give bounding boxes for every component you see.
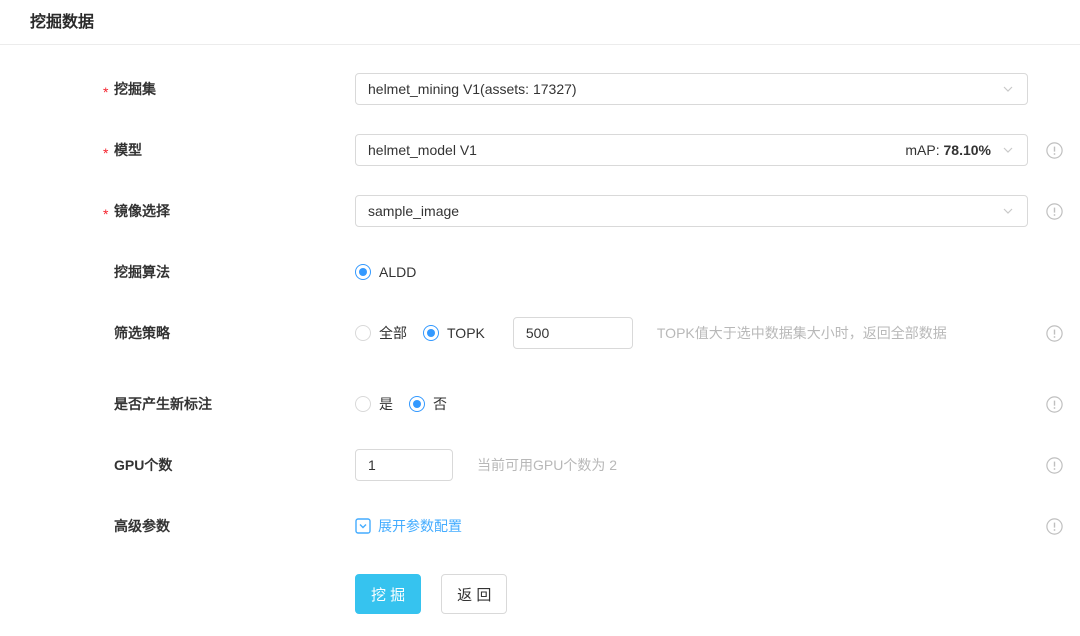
radio-button-icon bbox=[409, 396, 425, 412]
form-row-new-annotation: 是否产生新标注 是 否 bbox=[0, 388, 1080, 420]
radio-button-icon bbox=[423, 325, 439, 341]
topk-hint-text: TOPK值大于选中数据集大小时，返回全部数据 bbox=[657, 323, 947, 343]
page-title: 挖掘数据 bbox=[30, 8, 94, 36]
info-exclamation-icon[interactable] bbox=[1046, 457, 1063, 474]
radio-button-icon bbox=[355, 264, 371, 280]
info-exclamation-icon[interactable] bbox=[1046, 518, 1063, 535]
chevron-down-icon bbox=[1001, 82, 1015, 96]
mining-set-select[interactable]: helmet_mining V1(assets: 17327) bbox=[355, 73, 1028, 105]
page-header: 挖掘数据 bbox=[0, 0, 1080, 45]
mining-set-value: helmet_mining V1(assets: 17327) bbox=[368, 81, 1001, 97]
info-exclamation-icon[interactable] bbox=[1046, 142, 1063, 159]
gpu-label: GPU个数 bbox=[0, 449, 355, 481]
radio-topk[interactable]: TOPK bbox=[423, 325, 485, 341]
chevron-down-icon bbox=[1001, 204, 1015, 218]
gpu-hint-text: 当前可用GPU个数为 2 bbox=[477, 455, 617, 475]
gpu-count-input[interactable] bbox=[355, 449, 453, 481]
image-label: * 镜像选择 bbox=[0, 195, 355, 227]
form-row-model: * 模型 helmet_model V1 mAP: 78.10% bbox=[0, 134, 1080, 166]
info-exclamation-icon[interactable] bbox=[1046, 203, 1063, 220]
model-map-score: mAP: 78.10% bbox=[905, 142, 991, 158]
radio-no[interactable]: 否 bbox=[409, 394, 447, 414]
strategy-label: 筛选策略 bbox=[0, 317, 355, 349]
image-select[interactable]: sample_image bbox=[355, 195, 1028, 227]
expand-params-link[interactable]: 展开参数配置 bbox=[355, 516, 462, 536]
back-button[interactable]: 返 回 bbox=[441, 574, 507, 614]
radio-aldd[interactable]: ALDD bbox=[355, 264, 416, 280]
form-actions: 挖 掘 返 回 bbox=[0, 574, 1080, 614]
mining-form: * 挖掘集 helmet_mining V1(assets: 17327) * … bbox=[0, 45, 1080, 614]
required-asterisk: * bbox=[103, 137, 108, 169]
form-row-advanced: 高级参数 展开参数配置 bbox=[0, 510, 1080, 542]
radio-yes[interactable]: 是 bbox=[355, 394, 393, 414]
model-value: helmet_model V1 bbox=[368, 142, 905, 158]
form-row-image: * 镜像选择 sample_image bbox=[0, 195, 1080, 227]
down-square-icon bbox=[355, 518, 371, 534]
image-value: sample_image bbox=[368, 203, 1001, 219]
algorithm-label: 挖掘算法 bbox=[0, 256, 355, 288]
required-asterisk: * bbox=[103, 198, 108, 230]
form-row-algorithm: 挖掘算法 ALDD bbox=[0, 256, 1080, 288]
chevron-down-icon bbox=[1001, 143, 1015, 157]
form-row-mining-set: * 挖掘集 helmet_mining V1(assets: 17327) bbox=[0, 73, 1080, 105]
advanced-label: 高级参数 bbox=[0, 510, 355, 542]
radio-button-icon bbox=[355, 396, 371, 412]
mining-set-label: * 挖掘集 bbox=[0, 73, 355, 105]
new-annotation-label: 是否产生新标注 bbox=[0, 388, 355, 420]
model-select[interactable]: helmet_model V1 mAP: 78.10% bbox=[355, 134, 1028, 166]
required-asterisk: * bbox=[103, 76, 108, 108]
mine-button[interactable]: 挖 掘 bbox=[355, 574, 421, 614]
radio-all[interactable]: 全部 bbox=[355, 323, 407, 343]
form-row-strategy: 筛选策略 全部 TOPK TOPK值大于选中数据集大小时，返回全部数据 bbox=[0, 317, 1080, 349]
topk-value-input[interactable] bbox=[513, 317, 633, 349]
info-exclamation-icon[interactable] bbox=[1046, 396, 1063, 413]
model-label: * 模型 bbox=[0, 134, 355, 166]
info-exclamation-icon[interactable] bbox=[1046, 325, 1063, 342]
form-row-gpu: GPU个数 当前可用GPU个数为 2 bbox=[0, 449, 1080, 481]
radio-button-icon bbox=[355, 325, 371, 341]
